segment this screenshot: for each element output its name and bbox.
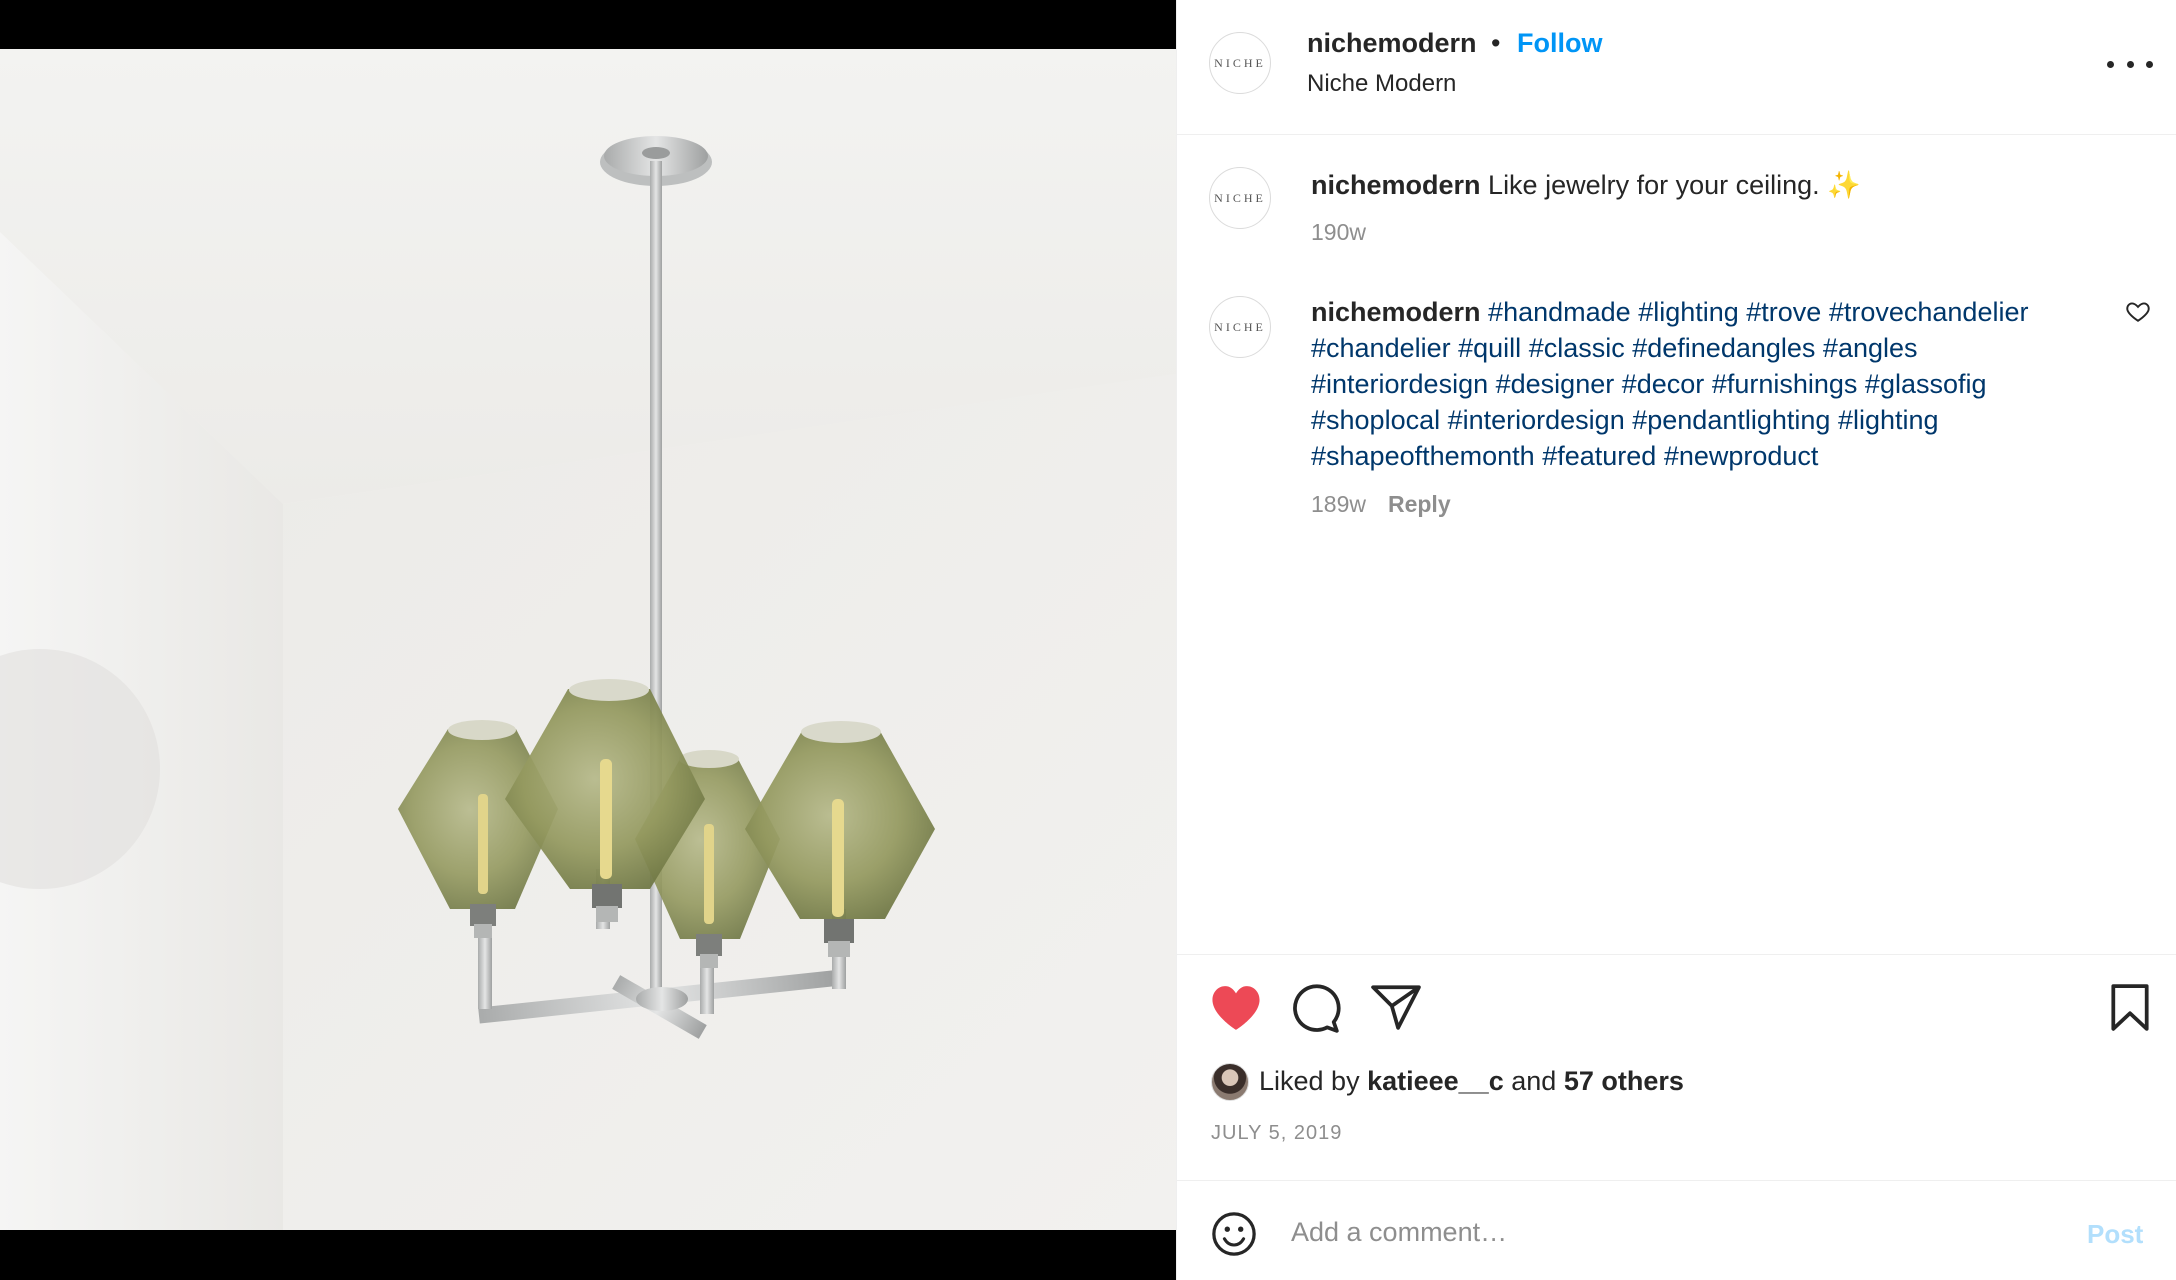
hashtag-link[interactable]: #quill	[1458, 333, 1521, 363]
add-comment-bar: Post	[1177, 1180, 2176, 1280]
separator-dot: •	[1491, 28, 1501, 58]
hashtag-link[interactable]: #shapeofthemonth	[1311, 441, 1535, 471]
hashtag-link[interactable]: #angles	[1823, 333, 1918, 363]
comment-age: 190w	[1311, 219, 1366, 245]
hashtag-link[interactable]: #trove	[1746, 297, 1821, 327]
hashtag-link[interactable]: #lighting	[1638, 297, 1739, 327]
more-options-icon[interactable]	[2107, 50, 2153, 78]
hashtag-link[interactable]: #pendantlighting	[1632, 405, 1830, 435]
bookmark-icon[interactable]	[2109, 984, 2151, 1032]
reply-button[interactable]: Reply	[1388, 491, 1451, 517]
likes-joiner: and	[1511, 1066, 1557, 1096]
hashtag-link[interactable]: #trovechandelier	[1829, 297, 2029, 327]
comment-username[interactable]: nichemodern	[1311, 297, 1481, 327]
hashtag-link[interactable]: #newproduct	[1664, 441, 1819, 471]
media-area	[0, 0, 1176, 1280]
comment-body: nichemodern #handmade #lighting #trove #…	[1311, 294, 2081, 474]
hashtag-link[interactable]: #interiordesign	[1311, 369, 1488, 399]
comment-age: 189w	[1311, 491, 1366, 517]
follow-button[interactable]: Follow	[1517, 28, 1602, 59]
emoji-icon[interactable]	[1211, 1211, 1257, 1257]
hashtag-link[interactable]: #definedangles	[1632, 333, 1815, 363]
author-display-name: Niche Modern	[1307, 70, 1457, 97]
hashtag-link[interactable]: #handmade	[1488, 297, 1631, 327]
likes-prefix: Liked by	[1259, 1066, 1360, 1096]
avatar-logo-text: NICHE	[1214, 319, 1266, 334]
avatar-logo-text: NICHE	[1214, 190, 1266, 205]
liker-username[interactable]: katieee__c	[1367, 1066, 1504, 1096]
speech-bubble-icon[interactable]	[1291, 984, 1341, 1034]
avatar-logo-text: NICHE	[1214, 55, 1266, 70]
post-header: NICHE nichemodern • Follow Niche Modern	[1177, 0, 2176, 135]
hashtag-link[interactable]: #shoplocal	[1311, 405, 1440, 435]
hashtag-link[interactable]: #lighting	[1838, 405, 1939, 435]
hashtag-link[interactable]: #glassofig	[1865, 369, 1987, 399]
post-details-panel: NICHE nichemodern • Follow Niche Modern …	[1176, 0, 2176, 1280]
actions-divider	[1177, 954, 2176, 955]
comment-text: Like jewelry for your ceiling. ✨	[1488, 170, 1861, 200]
post-date: JULY 5, 2019	[1211, 1122, 1343, 1144]
hashtag-link[interactable]: #featured	[1542, 441, 1656, 471]
like-comment-heart-icon[interactable]	[2125, 298, 2151, 324]
comment-body: nichemodern Like jewelry for your ceilin…	[1311, 167, 2081, 203]
comment-avatar[interactable]: NICHE	[1209, 167, 1271, 229]
hashtag-link[interactable]: #furnishings	[1712, 369, 1858, 399]
comment-input[interactable]	[1291, 1207, 2011, 1257]
liker-avatar[interactable]	[1211, 1063, 1249, 1101]
hashtag-link[interactable]: #chandelier	[1311, 333, 1451, 363]
comment-username[interactable]: nichemodern	[1311, 170, 1481, 200]
hashtag-link[interactable]: #interiordesign	[1448, 405, 1625, 435]
post-comment-button[interactable]: Post	[2087, 1219, 2143, 1250]
comment-avatar[interactable]: NICHE	[1209, 296, 1271, 358]
author-username[interactable]: nichemodern	[1307, 28, 1477, 59]
comment-meta: 189w Reply	[1311, 491, 1451, 518]
hashtag-link[interactable]: #decor	[1622, 369, 1705, 399]
likes-summary: Liked by katieee__c and 57 others	[1259, 1066, 1684, 1097]
instagram-post-view: NICHE nichemodern • Follow Niche Modern …	[0, 0, 2176, 1280]
likes-others-link[interactable]: 57 others	[1564, 1066, 1684, 1096]
post-photo[interactable]	[0, 49, 1176, 1230]
hashtag-link[interactable]: #classic	[1529, 333, 1625, 363]
paper-plane-icon[interactable]	[1371, 984, 1421, 1030]
hashtag-link[interactable]: #designer	[1496, 369, 1615, 399]
heart-filled-icon[interactable]	[1211, 984, 1261, 1032]
author-avatar[interactable]: NICHE	[1209, 32, 1271, 94]
